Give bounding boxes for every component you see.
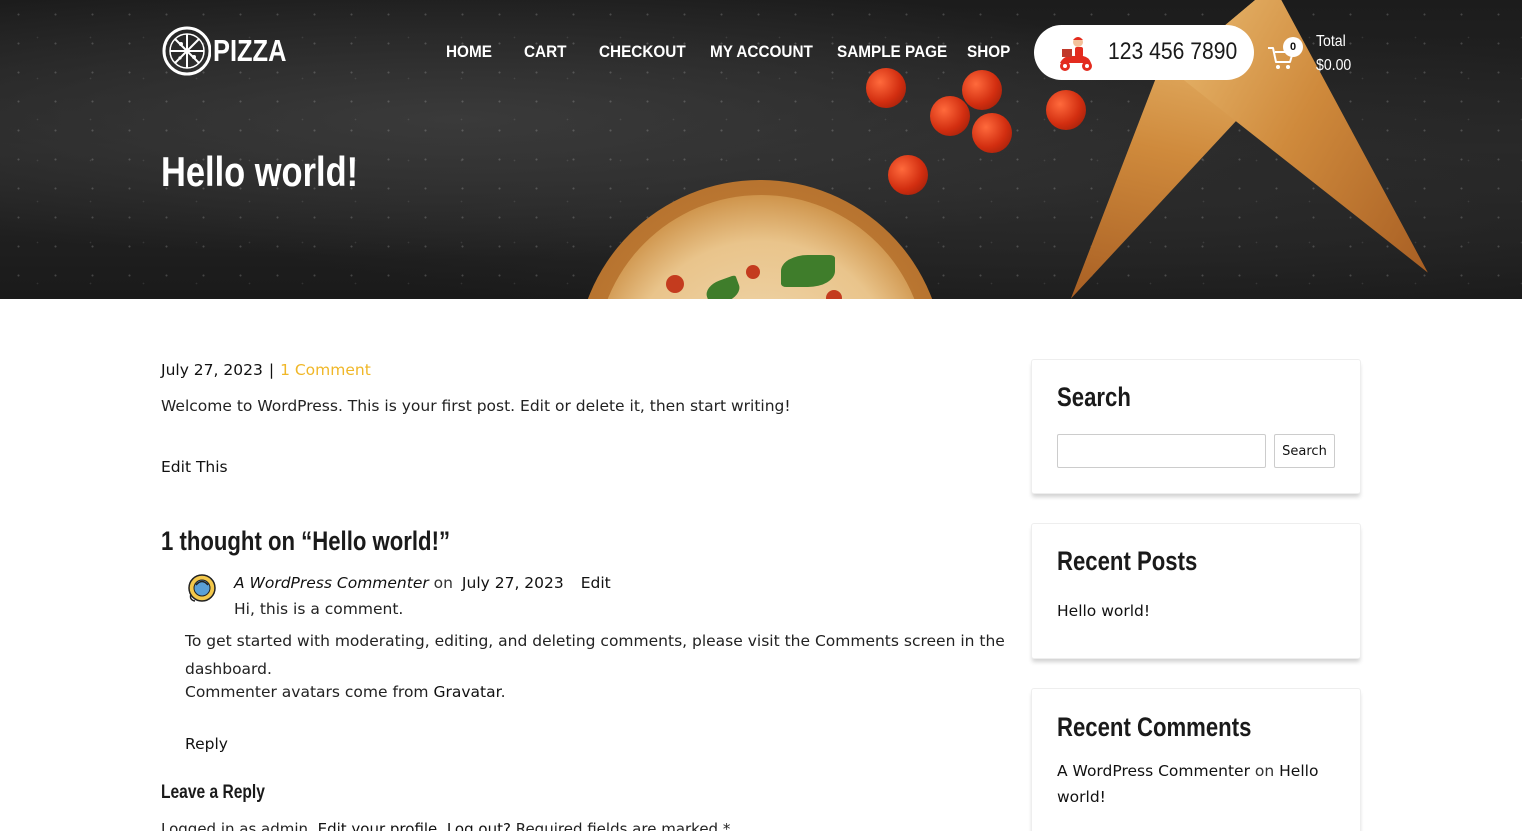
edit-post-link[interactable]: Edit This [161,458,228,476]
logged-in-gap: . [437,820,447,831]
recent-comment-item: A WordPress Commenter on Hello world! [1057,758,1347,810]
comment-author[interactable]: A WordPress Commenter [234,574,429,592]
nav-sample-page[interactable]: SAMPLE PAGE [837,42,947,62]
tomato-image [930,96,970,136]
logout-link[interactable]: Log out? [447,820,511,831]
recent-posts-widget: Recent Posts Hello world! [1031,523,1361,659]
gravatar-link[interactable]: Gravatar [433,683,500,701]
required-fields-text: Required fields are marked * [510,820,731,831]
comment-on-text: on [433,574,453,592]
tomato-image [962,70,1002,110]
meta-separator: | [268,361,275,379]
recent-comment-on-text: on [1254,762,1275,780]
page-title: Hello world! [161,148,359,195]
comments-heading: 1 thought on “Hello world!” [161,526,451,556]
comment-text-prefix: Commenter avatars come from [185,683,434,701]
comment-text-line2: To get started with moderating, editing,… [185,632,1005,678]
nav-cart[interactable]: CART [524,42,566,62]
comment-text-line1: Hi, this is a comment. [234,600,404,618]
commenter-avatar [188,574,216,602]
comment-text-line3: Commenter avatars come from Gravatar. [185,683,506,701]
phone-button[interactable]: 123 456 7890 [1034,25,1254,80]
search-input[interactable] [1057,434,1266,468]
site-logo[interactable]: PIZZA [161,24,303,78]
recent-comment-author-link[interactable]: A WordPress Commenter [1057,762,1250,780]
delivery-scooter-icon [1060,37,1092,71]
tomato-image [888,155,928,195]
comment-date-link[interactable]: July 27, 2023 [462,574,564,592]
nav-my-account[interactable]: MY ACCOUNT [710,42,813,62]
cart-total-value: $0.00 [1316,57,1352,74]
logo-text: PIZZA [213,33,287,68]
tomato-image [866,68,906,108]
recent-post-link[interactable]: Hello world! [1057,602,1150,620]
logged-in-notice: Logged in as admin. Edit your profile. L… [161,820,730,831]
post-date: July 27, 2023 [161,361,263,379]
comments-count-link[interactable]: 1 Comment [280,361,371,379]
pizza-logo-icon [162,26,211,76]
recent-posts-title: Recent Posts [1057,546,1198,576]
cart-count-badge: 0 [1283,37,1303,57]
nav-shop[interactable]: SHOP [967,42,1010,62]
recent-comments-widget: Recent Comments A WordPress Commenter on… [1031,688,1361,831]
tomato-image [1046,90,1086,130]
edit-profile-link[interactable]: Edit your profile [318,820,438,831]
comment-edit-link[interactable]: Edit [581,574,611,592]
phone-number: 123 456 7890 [1108,38,1238,65]
comment-header: A WordPress Commenter on July 27, 2023 E… [234,574,611,592]
post-body: Welcome to WordPress. This is your first… [161,397,791,415]
nav-home[interactable]: HOME [446,42,492,62]
comment-reply-link[interactable]: Reply [185,735,228,753]
recent-comments-title: Recent Comments [1057,712,1252,742]
tomato-image [972,113,1012,153]
reply-form-heading: Leave a Reply [161,782,265,803]
comment-text-suffix: . [500,683,506,701]
nav-checkout[interactable]: CHECKOUT [599,42,686,62]
post-meta: July 27, 2023 | 1 Comment [161,361,371,379]
search-widget: Search Search [1031,359,1361,494]
hero-banner: PIZZA HOME CART CHECKOUT MY ACCOUNT SAMP… [0,0,1522,299]
logged-in-prefix: Logged in as admin. [161,820,318,831]
cart-total-label: Total [1316,33,1346,50]
search-widget-title: Search [1057,382,1131,412]
search-button[interactable]: Search [1274,434,1335,468]
